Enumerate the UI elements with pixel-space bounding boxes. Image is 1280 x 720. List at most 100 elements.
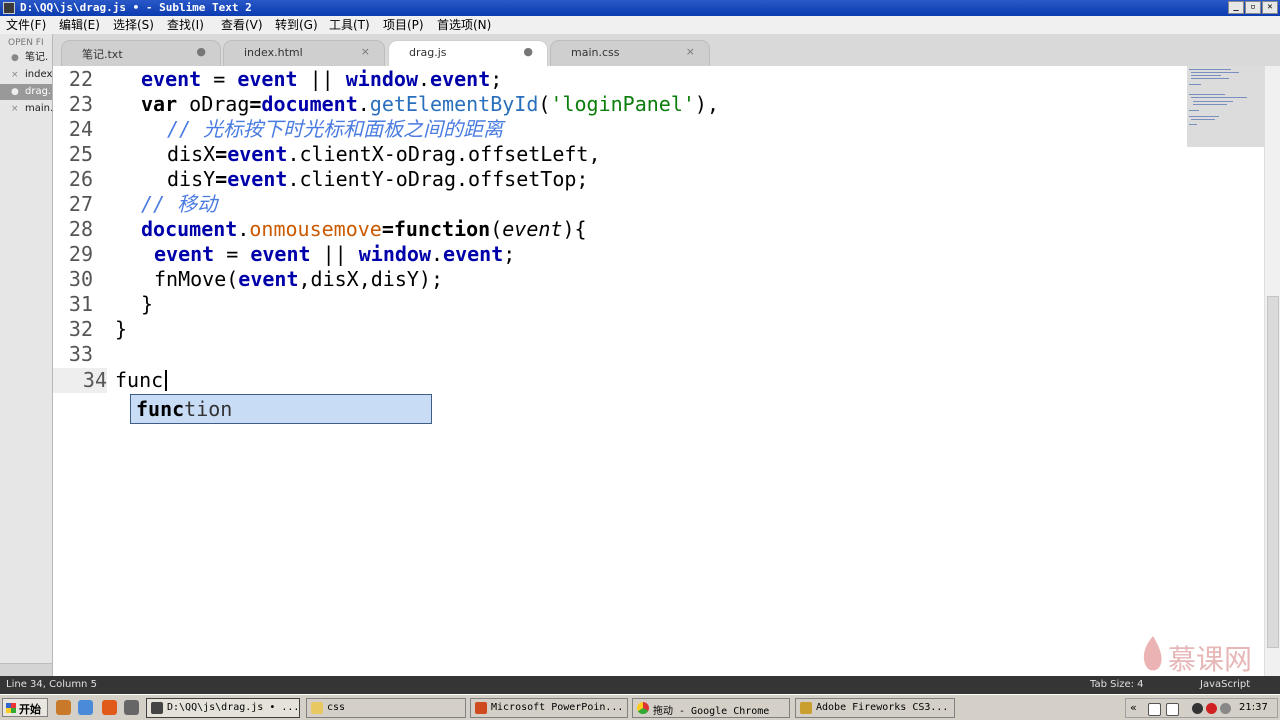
fireworks-icon <box>800 702 812 714</box>
code-line: disY=event.clientY-oDrag.offsetTop; <box>167 167 589 191</box>
menu-project[interactable]: 项目(P) <box>383 17 424 33</box>
firefox-icon[interactable] <box>102 700 117 715</box>
code-line: // 光标按下时光标和面板之间的距离 <box>167 117 504 141</box>
scrollbar-thumb[interactable] <box>1267 296 1279 648</box>
line-number: 24 <box>68 117 93 141</box>
minimap[interactable] <box>1187 66 1264 676</box>
tab-label: main.css <box>571 46 620 59</box>
line-number: 26 <box>68 167 93 191</box>
folder-icon <box>311 702 323 714</box>
code-line: } <box>115 317 128 341</box>
taskbar: 开始 D:\QQ\js\drag.js • ... css Microsoft … <box>0 694 1280 720</box>
windows-logo-icon <box>6 703 16 713</box>
sidebar-item-label: main. <box>25 103 53 114</box>
network-icon[interactable] <box>1220 703 1231 714</box>
line-number: 29 <box>68 242 93 266</box>
tab-label: 笔记.txt <box>82 48 123 61</box>
close-icon[interactable]: × <box>11 101 19 117</box>
line-number: 28 <box>68 217 93 241</box>
sidebar-item-main[interactable]: × main. <box>0 101 52 117</box>
menu-edit[interactable]: 编辑(E) <box>59 17 100 33</box>
line-number: 22 <box>68 67 93 91</box>
tab-drag-js[interactable]: drag.js ● <box>388 40 548 67</box>
vertical-scrollbar[interactable] <box>1264 66 1280 676</box>
record-icon[interactable] <box>1206 703 1217 714</box>
autocomplete-item[interactable]: function <box>136 396 232 422</box>
qq-icon[interactable] <box>56 700 71 715</box>
powerpoint-icon <box>475 702 487 714</box>
autocomplete-popup[interactable]: function <box>130 394 432 424</box>
dirty-indicator-icon[interactable]: ● <box>11 84 19 100</box>
tab-label: index.html <box>244 46 303 59</box>
close-button[interactable]: ✕ <box>1262 1 1278 14</box>
text-cursor <box>165 370 167 391</box>
menu-selection[interactable]: 选择(S) <box>113 17 154 33</box>
sidebar-item-index[interactable]: × index <box>0 67 52 83</box>
dirty-indicator-icon[interactable]: ● <box>523 45 533 58</box>
sublime-app-icon <box>3 2 15 14</box>
close-icon[interactable]: × <box>686 45 695 58</box>
code-line: document.onmousemove=function(event){ <box>141 217 587 241</box>
ie-icon[interactable] <box>78 700 93 715</box>
menu-bar: 文件(F) 编辑(E) 选择(S) 查找(I) 查看(V) 转到(G) 工具(T… <box>0 16 1280 35</box>
keyboard-icon[interactable] <box>1148 703 1161 716</box>
tab-strip: 笔记.txt ● index.html × drag.js ● main.css… <box>53 34 1280 67</box>
tab-notes[interactable]: 笔记.txt ● <box>61 40 221 66</box>
code-line: // 移动 <box>141 192 218 216</box>
line-number: 23 <box>68 92 93 116</box>
show-desktop-icon[interactable] <box>124 700 139 715</box>
task-powerpoint[interactable]: Microsoft PowerPoin... <box>470 698 628 718</box>
line-number: 30 <box>68 267 93 291</box>
task-folder-css[interactable]: css <box>306 698 466 718</box>
tab-index-html[interactable]: index.html × <box>223 40 385 66</box>
window-title: D:\QQ\js\drag.js • - Sublime Text 2 <box>20 1 252 14</box>
cursor-position: Line 34, Column 5 <box>6 679 97 690</box>
start-button[interactable]: 开始 <box>2 698 48 717</box>
line-number-current: 34 <box>53 368 107 393</box>
line-number: 33 <box>68 342 93 366</box>
sublime-icon <box>151 702 163 714</box>
menu-view[interactable]: 查看(V) <box>221 17 263 33</box>
maximize-button[interactable]: ▫ <box>1245 1 1261 14</box>
syntax-indicator[interactable]: JavaScript <box>1200 679 1250 690</box>
open-files-header: OPEN FI <box>8 38 44 48</box>
line-number: 27 <box>68 192 93 216</box>
tab-label: drag.js <box>409 46 447 59</box>
menu-preferences[interactable]: 首选项(N) <box>437 17 491 33</box>
dirty-indicator-icon[interactable]: ● <box>11 50 19 66</box>
line-number: 32 <box>68 317 93 341</box>
tray-app-icon[interactable] <box>1192 703 1203 714</box>
line-number: 31 <box>68 292 93 316</box>
tab-size-indicator[interactable]: Tab Size: 4 <box>1090 679 1144 690</box>
close-icon[interactable]: × <box>11 67 19 83</box>
menu-tools[interactable]: 工具(T) <box>329 17 370 33</box>
code-line: disX=event.clientX-oDrag.offsetLeft, <box>167 142 601 166</box>
sidebar-item-drag[interactable]: ● drag. <box>0 84 52 100</box>
sidebar: OPEN FI ● 笔记. × index ● drag. × main. <box>0 34 53 676</box>
menu-find[interactable]: 查找(I) <box>167 17 204 33</box>
sidebar-scrollbar[interactable] <box>0 663 52 676</box>
title-bar: D:\QQ\js\drag.js • - Sublime Text 2 _ ▫ … <box>0 0 1280 16</box>
tray-expand-icon[interactable]: « <box>1130 701 1137 714</box>
status-bar: Line 34, Column 5 Tab Size: 4 JavaScript <box>0 676 1280 694</box>
code-editor[interactable]: 22 23 24 25 26 27 28 29 30 31 32 33 34 f… <box>53 66 1187 676</box>
sidebar-item-label: drag. <box>25 86 52 97</box>
flame-logo-icon <box>1143 636 1162 671</box>
dirty-indicator-icon[interactable]: ● <box>196 45 206 58</box>
tab-main-css[interactable]: main.css × <box>550 40 710 66</box>
sidebar-item-notes[interactable]: ● 笔记. <box>0 50 52 66</box>
minimize-button[interactable]: _ <box>1228 1 1244 14</box>
code-line: fnMove(event,disX,disY); <box>154 267 444 291</box>
sidebar-item-label: 笔记. <box>25 52 49 63</box>
menu-file[interactable]: 文件(F) <box>6 17 46 33</box>
task-sublime[interactable]: D:\QQ\js\drag.js • ... <box>146 698 300 718</box>
close-icon[interactable]: × <box>361 45 370 58</box>
code-line: event = event || window.event; <box>154 242 516 266</box>
code-line: } <box>141 292 154 316</box>
help-icon[interactable] <box>1166 703 1179 716</box>
imooc-watermark: 慕课网 <box>1138 632 1268 676</box>
menu-goto[interactable]: 转到(G) <box>275 17 318 33</box>
task-chrome[interactable]: 拖动 - Google Chrome <box>632 698 790 718</box>
task-fireworks[interactable]: Adobe Fireworks CS3... <box>795 698 955 718</box>
sidebar-item-label: index <box>25 69 53 80</box>
